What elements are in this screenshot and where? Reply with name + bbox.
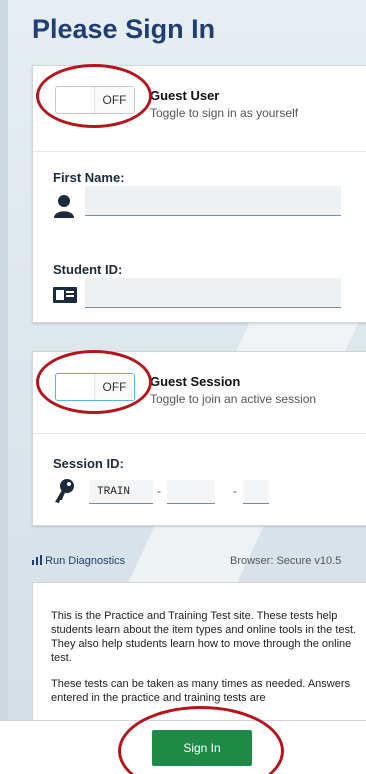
guest-user-title: Guest User bbox=[150, 88, 220, 103]
info-card: This is the Practice and Training Test s… bbox=[32, 582, 366, 722]
person-icon bbox=[54, 195, 74, 218]
guest-session-toggle-state: OFF bbox=[94, 374, 134, 400]
student-id-input[interactable] bbox=[85, 278, 341, 308]
guest-user-card: OFF Guest User Toggle to sign in as your… bbox=[32, 65, 366, 323]
info-paragraph-1: This is the Practice and Training Test s… bbox=[51, 610, 357, 664]
guest-user-subtitle: Toggle to sign in as yourself bbox=[150, 106, 299, 120]
session-id-separator-2: - bbox=[233, 484, 237, 498]
student-id-label: Student ID: bbox=[53, 262, 123, 277]
sign-in-button[interactable]: Sign In bbox=[152, 730, 252, 766]
first-name-input[interactable] bbox=[85, 186, 341, 216]
guest-session-toggle-row: OFF Guest Session Toggle to join an acti… bbox=[33, 352, 366, 434]
guest-user-toggle[interactable]: OFF bbox=[55, 86, 135, 114]
session-id-part2-input[interactable] bbox=[167, 480, 215, 504]
key-icon bbox=[55, 479, 74, 503]
guest-user-toggle-row: OFF Guest User Toggle to sign in as your… bbox=[33, 66, 366, 152]
guest-session-card: OFF Guest Session Toggle to join an acti… bbox=[32, 351, 366, 526]
sign-in-panel: Please Sign In OFF Guest User Toggle to … bbox=[20, 0, 366, 774]
guest-session-toggle[interactable]: OFF bbox=[55, 373, 135, 401]
guest-user-toggle-state: OFF bbox=[94, 87, 134, 113]
browser-version: Browser: Secure v10.5 bbox=[230, 555, 342, 567]
run-diagnostics-link[interactable]: Run Diagnostics bbox=[32, 555, 125, 567]
run-diagnostics-label: Run Diagnostics bbox=[45, 555, 126, 567]
session-id-prefix-input[interactable]: TRAIN bbox=[89, 480, 153, 504]
guest-session-title: Guest Session bbox=[150, 374, 241, 389]
session-id-part3-input[interactable] bbox=[243, 480, 269, 504]
session-id-separator-1: - bbox=[157, 484, 161, 498]
guest-session-subtitle: Toggle to join an active session bbox=[150, 392, 317, 406]
info-paragraph-2: These tests can be taken as many times a… bbox=[51, 678, 350, 704]
window-edge bbox=[0, 0, 8, 774]
page-title: Please Sign In bbox=[32, 14, 216, 44]
id-card-icon bbox=[53, 287, 77, 303]
first-name-label: First Name: bbox=[53, 170, 125, 185]
bar-chart-icon bbox=[32, 555, 42, 565]
session-id-label: Session ID: bbox=[53, 456, 124, 471]
